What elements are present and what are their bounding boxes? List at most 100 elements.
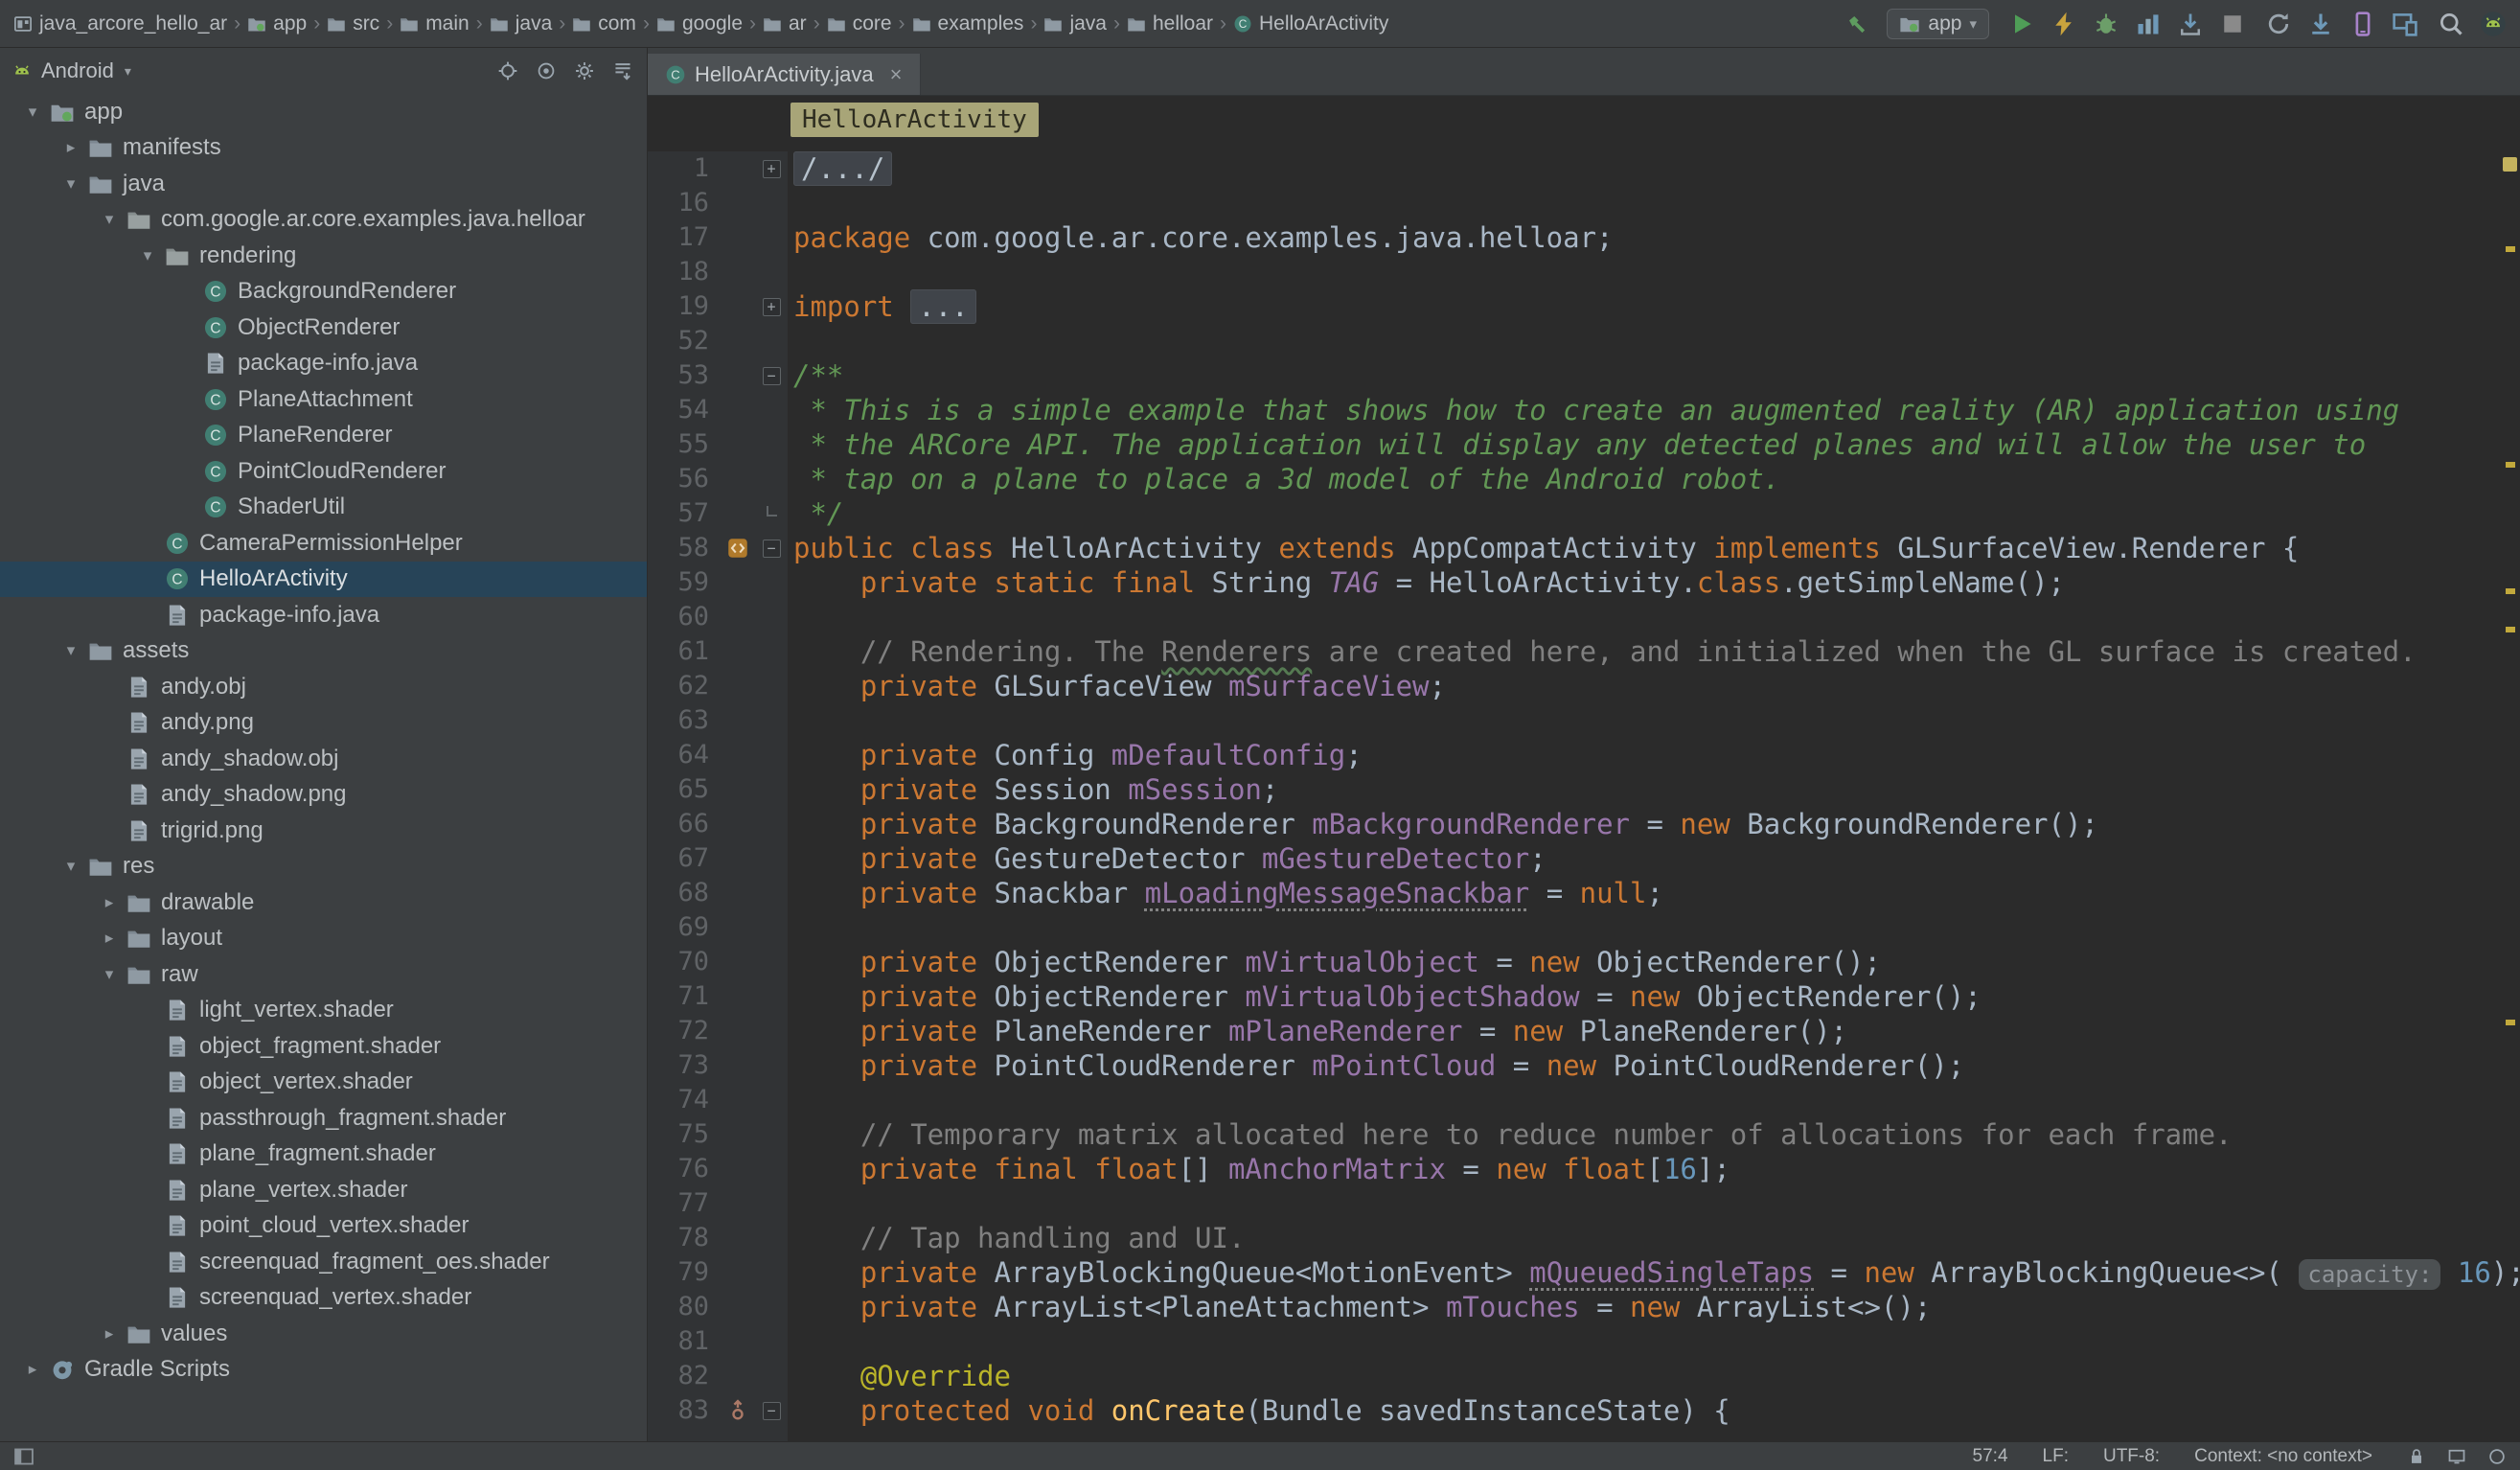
search-button[interactable] <box>2438 11 2464 37</box>
code-line-75[interactable]: // Temporary matrix allocated here to re… <box>793 1117 2520 1152</box>
editor-code[interactable]: /.../ package com.google.ar.core.examples… <box>788 151 2520 1441</box>
chevron-right-icon[interactable]: ▸ <box>54 138 88 157</box>
tree-item-andy-shadow-png[interactable]: andy_shadow.png <box>0 777 647 814</box>
code-line-80[interactable]: private ArrayList<PlaneAttachment> mTouc… <box>793 1290 2520 1324</box>
fold-minus-icon[interactable]: − <box>755 367 788 385</box>
tree-item-package-info-java[interactable]: package-info.java <box>0 346 647 382</box>
tree-item-camerapermissionhelper[interactable]: CCameraPermissionHelper <box>0 525 647 562</box>
chevron-down-icon[interactable]: ▾ <box>15 103 50 122</box>
breadcrumb-item-core[interactable]: core <box>827 12 892 35</box>
caret-position[interactable]: 57:4 <box>1973 1446 2008 1467</box>
code-line-58[interactable]: public class HelloArActivity extends App… <box>793 531 2520 565</box>
chevron-down-icon[interactable]: ▾ <box>54 641 88 660</box>
tree-item-andy-obj[interactable]: andy.obj <box>0 669 647 705</box>
sync-button[interactable] <box>2265 11 2292 37</box>
breadcrumb-item-helloaractivity[interactable]: CHelloArActivity <box>1233 12 1388 35</box>
breadcrumb-item-com[interactable]: com <box>572 12 636 35</box>
warning-stripe-mark[interactable] <box>2506 588 2515 594</box>
tree-item-values[interactable]: ▸values <box>0 1316 647 1352</box>
breadcrumb-item-helloar[interactable]: helloar <box>1127 12 1213 35</box>
fold-end-icon[interactable] <box>755 512 788 517</box>
breadcrumb-item-google[interactable]: google <box>656 12 743 35</box>
file-encoding[interactable]: UTF-8: <box>2103 1446 2160 1467</box>
override-marker-icon[interactable] <box>721 1399 755 1422</box>
code-line-83[interactable]: protected void onCreate(Bundle savedInst… <box>793 1393 2520 1428</box>
code-line-17[interactable]: package com.google.ar.core.examples.java… <box>793 220 2520 255</box>
tree-item-planeattachment[interactable]: CPlaneAttachment <box>0 381 647 418</box>
warning-stripe-mark[interactable] <box>2506 462 2515 468</box>
component-marker-icon[interactable] <box>721 537 755 560</box>
screen-icon[interactable] <box>2447 1447 2466 1466</box>
tree-item-assets[interactable]: ▾assets <box>0 633 647 670</box>
breadcrumb-item-main[interactable]: main <box>400 12 470 35</box>
chevron-down-icon[interactable]: ▾ <box>92 210 126 229</box>
editor-scrollbar[interactable] <box>2501 144 2520 1441</box>
warning-stripe-mark[interactable] <box>2506 627 2515 632</box>
code-line-16[interactable] <box>793 186 2520 220</box>
project-view-selector[interactable]: Android <box>41 58 114 83</box>
code-line-18[interactable] <box>793 255 2520 289</box>
chevron-down-icon[interactable]: ▾ <box>54 857 88 876</box>
code-line-53[interactable]: /** <box>793 358 2520 393</box>
tree-item-com-google-ar-core-examples-java-helloar[interactable]: ▾com.google.ar.core.examples.java.helloa… <box>0 202 647 239</box>
toolwindow-toggle-icon[interactable] <box>13 1446 34 1467</box>
tree-item-helloaractivity[interactable]: CHelloArActivity <box>0 562 647 598</box>
debug-button[interactable] <box>2093 11 2119 37</box>
chevron-down-icon[interactable]: ▾ <box>92 965 126 984</box>
code-line-70[interactable]: private ObjectRenderer mVirtualObject = … <box>793 945 2520 979</box>
profiler-button[interactable] <box>2135 11 2162 37</box>
code-line-59[interactable]: private static final String TAG = HelloA… <box>793 565 2520 600</box>
code-line-56[interactable]: * tap on a plane to place a 3d model of … <box>793 462 2520 496</box>
tree-item-screenquad-vertex-shader[interactable]: screenquad_vertex.shader <box>0 1280 647 1317</box>
code-line-55[interactable]: * the ARCore API. The application will d… <box>793 427 2520 462</box>
hide-panel-button[interactable] <box>612 60 633 81</box>
inspection-status-icon[interactable] <box>2503 157 2517 172</box>
code-line-81[interactable] <box>793 1324 2520 1359</box>
breadcrumb-item-java[interactable]: java <box>1043 12 1107 35</box>
fold-plus-icon[interactable]: + <box>755 160 788 178</box>
tree-item-app[interactable]: ▾app <box>0 94 647 130</box>
tree-item-plane-fragment-shader[interactable]: plane_fragment.shader <box>0 1137 647 1173</box>
tree-item-backgroundrenderer[interactable]: CBackgroundRenderer <box>0 274 647 310</box>
chevron-right-icon[interactable]: ▸ <box>92 893 126 912</box>
locate-button[interactable] <box>497 60 518 81</box>
breadcrumb-item-examples[interactable]: examples <box>912 12 1024 35</box>
code-line-66[interactable]: private BackgroundRenderer mBackgroundRe… <box>793 807 2520 841</box>
code-line-57[interactable]: */ <box>793 496 2520 531</box>
layout-inspector-button[interactable] <box>2392 11 2418 37</box>
build-button[interactable] <box>1846 13 1867 34</box>
download-button[interactable] <box>2307 11 2334 37</box>
tree-item-screenquad-fragment-oes-shader[interactable]: screenquad_fragment_oes.shader <box>0 1244 647 1280</box>
chevron-right-icon[interactable]: ▸ <box>92 1324 126 1344</box>
code-line-61[interactable]: // Rendering. The Renderers are created … <box>793 634 2520 669</box>
context-widget[interactable]: Context: <no context> <box>2194 1446 2372 1467</box>
tree-item-point-cloud-vertex-shader[interactable]: point_cloud_vertex.shader <box>0 1208 647 1245</box>
tree-item-package-info-java[interactable]: package-info.java <box>0 597 647 633</box>
tree-item-drawable[interactable]: ▸drawable <box>0 884 647 921</box>
fold-minus-icon[interactable]: − <box>755 540 788 558</box>
breadcrumb-item-java-arcore-hello-ar[interactable]: java_arcore_hello_ar <box>13 12 227 35</box>
apply-code-button[interactable] <box>2177 11 2204 37</box>
lock-icon[interactable] <box>2407 1447 2426 1466</box>
tree-item-shaderutil[interactable]: CShaderUtil <box>0 490 647 526</box>
code-line-1[interactable]: /.../ <box>793 151 2520 186</box>
tree-item-object-vertex-shader[interactable]: object_vertex.shader <box>0 1065 647 1101</box>
breadcrumb-item-java[interactable]: java <box>490 12 553 35</box>
device-manager-button[interactable] <box>2349 11 2376 37</box>
close-icon[interactable]: × <box>890 62 903 87</box>
chevron-down-icon[interactable]: ▾ <box>54 174 88 194</box>
tree-item-planerenderer[interactable]: CPlaneRenderer <box>0 418 647 454</box>
code-line-82[interactable]: @Override <box>793 1359 2520 1393</box>
code-line-74[interactable] <box>793 1083 2520 1117</box>
code-line-71[interactable]: private ObjectRenderer mVirtualObjectSha… <box>793 979 2520 1014</box>
android-avatar-button[interactable] <box>2480 11 2507 37</box>
code-line-67[interactable]: private GestureDetector mGestureDetector… <box>793 841 2520 876</box>
tree-item-passthrough-fragment-shader[interactable]: passthrough_fragment.shader <box>0 1100 647 1137</box>
code-line-62[interactable]: private GLSurfaceView mSurfaceView; <box>793 669 2520 703</box>
warning-stripe-mark[interactable] <box>2506 1020 2515 1025</box>
code-line-63[interactable] <box>793 703 2520 738</box>
code-line-78[interactable]: // Tap handling and UI. <box>793 1221 2520 1255</box>
tree-item-object-fragment-shader[interactable]: object_fragment.shader <box>0 1028 647 1065</box>
tab-helloaractivity-java[interactable]: C HelloArActivity.java × <box>648 54 921 95</box>
tree-item-res[interactable]: ▾res <box>0 849 647 885</box>
